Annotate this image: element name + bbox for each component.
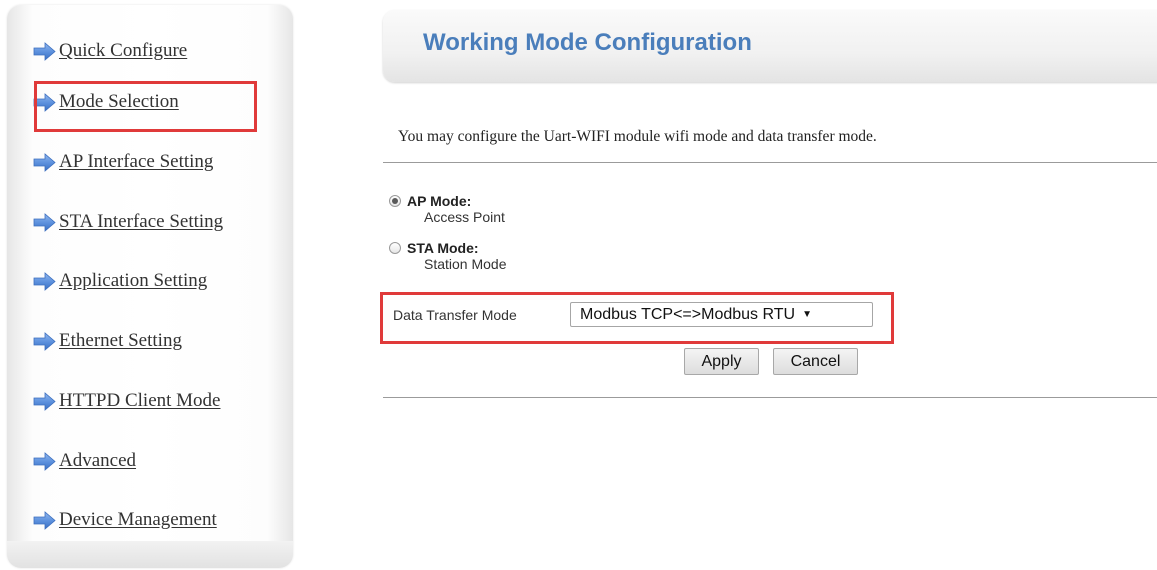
sidebar-item-label[interactable]: Application Setting [59,270,207,292]
sidebar-item-label[interactable]: Quick Configure [59,40,187,62]
sidebar-item-ethernet-setting[interactable]: Ethernet Setting [33,328,182,354]
data-transfer-mode-select[interactable]: Modbus TCP<=>Modbus RTU ▼ [570,302,873,327]
arrow-right-icon [33,510,56,530]
arrow-right-icon [33,92,56,112]
arrow-right-icon [33,41,56,61]
sidebar-item-label[interactable]: HTTPD Client Mode [59,390,221,412]
data-transfer-mode-label: Data Transfer Mode [393,307,517,323]
ap-mode-option[interactable]: AP Mode: Access Point [389,193,505,225]
sidebar-item-advanced[interactable]: Advanced [33,448,136,474]
ap-mode-label: AP Mode: [407,193,472,209]
arrow-right-icon [33,212,56,232]
sidebar-item-httpd-client-mode[interactable]: HTTPD Client Mode [33,388,221,414]
sidebar-item-label[interactable]: Ethernet Setting [59,330,182,352]
cancel-button[interactable]: Cancel [773,348,858,375]
divider [383,397,1157,398]
sidebar-footer [7,541,293,568]
sidebar-item-label[interactable]: Advanced [59,450,136,472]
sta-mode-label: STA Mode: [407,240,479,256]
arrow-right-icon [33,271,56,291]
arrow-right-icon [33,391,56,411]
sidebar-item-quick-configure[interactable]: Quick Configure [33,38,187,64]
sidebar-item-label[interactable]: Mode Selection [59,91,179,113]
page-description: You may configure the Uart-WIFI module w… [398,128,877,145]
sidebar-item-ap-interface-setting[interactable]: AP Interface Setting [33,149,213,175]
arrow-right-icon [33,331,56,351]
ap-mode-sublabel: Access Point [424,209,505,225]
sidebar-item-device-management[interactable]: Device Management [33,507,217,533]
sidebar-item-label[interactable]: AP Interface Setting [59,151,213,173]
page-header: Working Mode Configuration [383,10,1157,82]
arrow-right-icon [33,451,56,471]
sidebar-item-mode-selection[interactable]: Mode Selection [33,89,179,115]
sidebar-item-sta-interface-setting[interactable]: STA Interface Setting [33,209,223,235]
divider [383,162,1157,163]
caret-down-icon: ▼ [802,309,812,320]
apply-button[interactable]: Apply [684,348,759,375]
sidebar-item-label[interactable]: Device Management [59,509,217,531]
page-title: Working Mode Configuration [423,29,752,56]
arrow-right-icon [33,152,56,172]
sta-mode-option[interactable]: STA Mode: Station Mode [389,240,507,272]
sidebar-item-application-setting[interactable]: Application Setting [33,268,207,294]
data-transfer-mode-value: Modbus TCP<=>Modbus RTU [580,305,796,323]
ap-mode-radio[interactable] [389,195,401,207]
sidebar-item-label[interactable]: STA Interface Setting [59,211,223,233]
sta-mode-radio[interactable] [389,242,401,254]
sta-mode-sublabel: Station Mode [424,256,507,272]
